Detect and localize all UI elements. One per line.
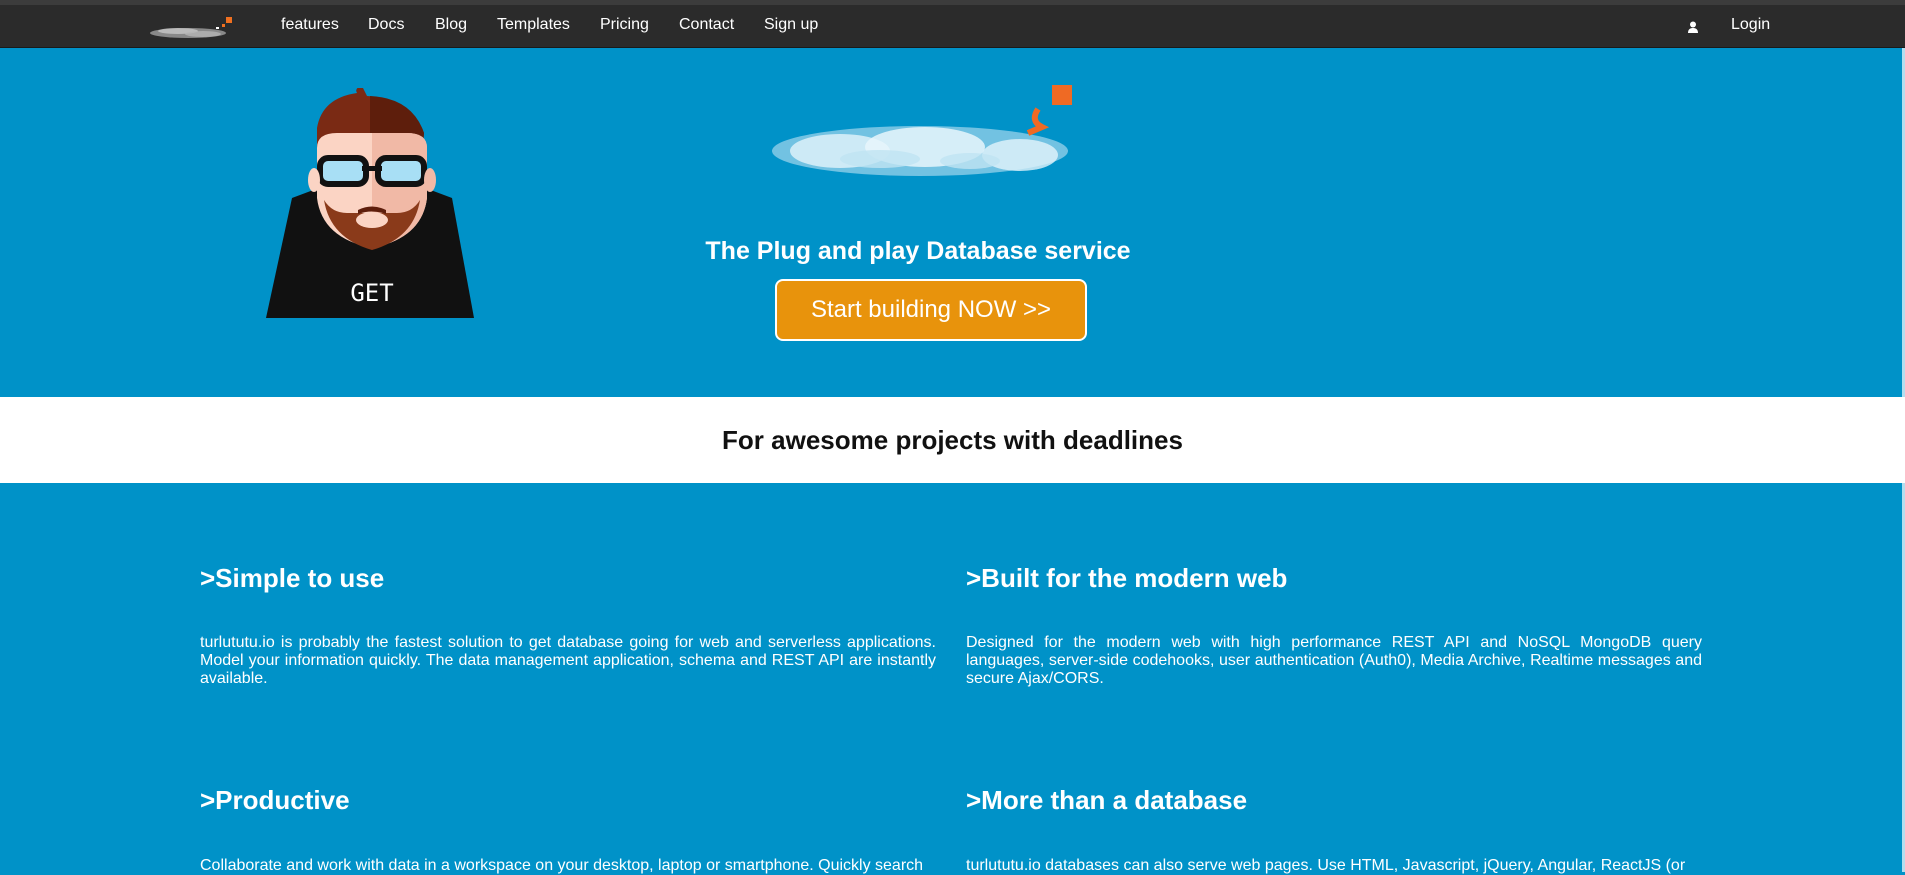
developer-avatar-illustration: GET: [262, 86, 482, 328]
nav-link-blog[interactable]: Blog: [435, 5, 467, 48]
hero-logo: [770, 81, 1090, 201]
nav-link-contact[interactable]: Contact: [679, 5, 734, 48]
hero-tagline: The Plug and play Database service: [705, 236, 1131, 265]
turlututu-logo-icon: [772, 85, 1072, 176]
nav-link-features[interactable]: features: [281, 5, 339, 48]
hero-section: GET The Plug and play Database service S…: [0, 48, 1905, 397]
band-heading: For awesome projects with deadlines: [722, 424, 1183, 455]
logo[interactable]: [148, 13, 236, 43]
nav-link-signup[interactable]: Sign up: [764, 5, 818, 48]
user-icon: [1687, 20, 1699, 34]
tagline-band: For awesome projects with deadlines: [0, 397, 1905, 483]
feature-title-productive: >Productive: [200, 785, 350, 815]
feature-title-more-than-database: >More than a database: [966, 785, 1248, 815]
feature-text-productive: Collaborate and work with data in a work…: [200, 857, 924, 874]
navbar: features Docs Blog Templates Pricing Con…: [0, 5, 1905, 48]
feature-text-modern-web: Designed for the modern web with high pe…: [966, 634, 1702, 687]
start-building-button[interactable]: Start building NOW >>: [775, 279, 1087, 341]
nav-link-docs[interactable]: Docs: [368, 5, 404, 48]
feature-text-more-than-database: turlututu.io databases can also serve we…: [966, 857, 1686, 874]
logo-icon: [150, 17, 232, 38]
nav-link-templates[interactable]: Templates: [497, 5, 570, 48]
feature-text-simple-to-use: turlututu.io is probably the fastest sol…: [200, 634, 936, 687]
feature-title-simple-to-use: >Simple to use: [200, 563, 385, 593]
nav-link-pricing[interactable]: Pricing: [600, 5, 649, 48]
avatar-shirt-text: GET: [350, 279, 393, 307]
feature-title-modern-web: >Built for the modern web: [966, 563, 1288, 593]
login-link[interactable]: Login: [1731, 5, 1770, 48]
